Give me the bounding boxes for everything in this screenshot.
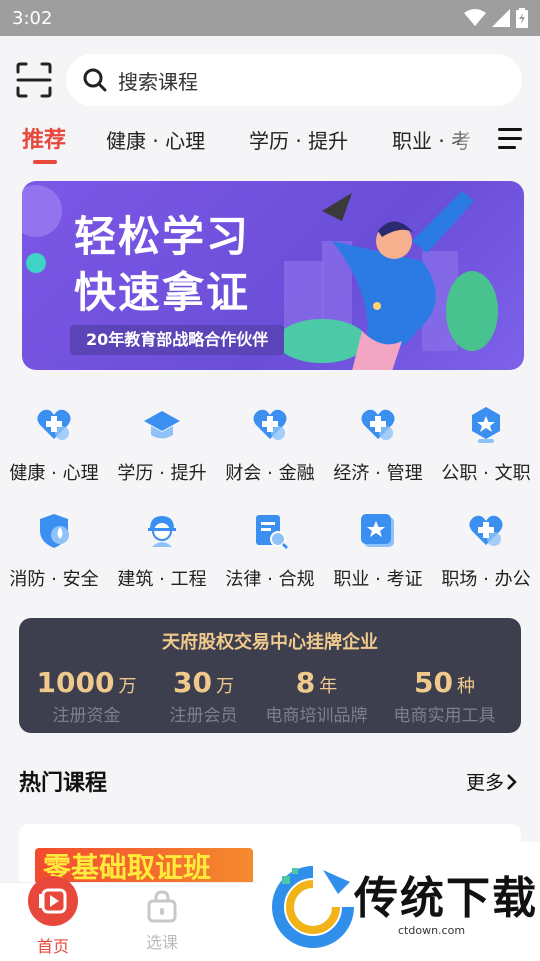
stat-item: 30 万 注册会员: [141, 666, 266, 726]
stat-caption: 电商实用工具: [393, 706, 496, 726]
promo-banner[interactable]: 轻松学习 快速拿证 20年教育部战略合作伙伴: [22, 181, 524, 370]
category-office[interactable]: 职场 · 办公: [432, 501, 540, 591]
graduation-cap-icon: [144, 411, 180, 439]
category-label: 财会 · 金融: [225, 463, 315, 484]
stat-caption: 注册会员: [169, 706, 238, 726]
badge-star-icon: [472, 407, 500, 443]
heart-plus-icon: [469, 515, 503, 546]
menu-icon[interactable]: [498, 128, 524, 152]
watermark-logo: [272, 866, 354, 948]
lock-bag-icon: [147, 890, 177, 923]
signal-icon: [492, 9, 510, 27]
stat-item: 50 种 电商实用工具: [382, 666, 507, 726]
heart-plus-icon: [253, 409, 287, 440]
heart-plus-icon: [37, 409, 71, 440]
worker-icon: [148, 516, 176, 547]
stat-value: 30: [173, 666, 212, 699]
nav-home-label: 首页: [36, 937, 69, 956]
category-label: 建筑 · 工程: [117, 569, 207, 590]
stat-unit: 万: [215, 676, 234, 697]
certificate-star-icon: [361, 514, 394, 547]
wifi-icon: [464, 9, 486, 26]
document-search-icon: [256, 515, 289, 550]
watermark-sub: ctdown.com: [398, 924, 466, 937]
stat-value: 1000: [36, 666, 115, 699]
tab-fade: [446, 124, 486, 164]
chevron-right-icon: [507, 773, 517, 790]
hot-courses-title: 热门课程: [19, 771, 108, 796]
nav-courses[interactable]: 选课: [127, 889, 197, 953]
banner-title: 轻松学习 快速拿证: [74, 209, 250, 321]
category-construction[interactable]: 建筑 · 工程: [108, 501, 216, 591]
nav-home[interactable]: 首页: [18, 876, 88, 957]
category-civil-service[interactable]: 公职 · 文职: [432, 395, 540, 485]
home-play-icon: [28, 876, 78, 926]
stat-caption: 注册资金: [52, 706, 121, 726]
category-label: 职业 · 考证: [333, 569, 423, 590]
tab-health-psychology[interactable]: 健康 · 心理: [106, 124, 205, 160]
watermark: 传统下载 ctdown.com: [258, 842, 540, 960]
category-education[interactable]: 学历 · 提升: [108, 395, 216, 485]
category-economics[interactable]: 经济 · 管理: [324, 395, 432, 485]
tab-active-indicator: [33, 160, 57, 164]
battery-icon: [516, 8, 528, 28]
category-label: 经济 · 管理: [333, 463, 423, 484]
stat-item: 1000 万 注册资金: [24, 666, 149, 726]
more-label: 更多: [466, 772, 505, 794]
stats-title: 天府股权交易中心挂牌企业: [162, 632, 378, 653]
category-label: 健康 · 心理: [9, 463, 99, 484]
watermark-text: 传统下载: [354, 873, 538, 924]
search-placeholder: 搜索课程: [118, 69, 198, 94]
banner-subtitle: 20年教育部战略合作伙伴: [70, 325, 285, 355]
search-input[interactable]: 搜索课程: [66, 54, 522, 106]
stat-unit: 年: [319, 676, 338, 697]
status-bar: 3:02: [0, 0, 540, 36]
stat-unit: 万: [118, 676, 137, 697]
stat-unit: 种: [456, 676, 475, 697]
category-finance[interactable]: 财会 · 金融: [216, 395, 324, 485]
category-health[interactable]: 健康 · 心理: [0, 395, 108, 485]
search-icon: [83, 68, 107, 92]
nav-courses-label: 选课: [145, 933, 178, 952]
shield-drop-icon: [40, 514, 69, 548]
stats-card: 天府股权交易中心挂牌企业 1000 万 注册资金 30 万 注册会员 8年 电商培训…: [19, 618, 521, 733]
tab-education[interactable]: 学历 · 提升: [249, 124, 348, 160]
category-grid: 健康 · 心理 学历 · 提升 财会 · 金融 经济 · 管理 公职 · 文职 …: [0, 395, 540, 595]
category-certification[interactable]: 职业 · 考证: [324, 501, 432, 591]
banner-title-line1: 轻松学习: [74, 212, 251, 261]
stat-value: 50: [414, 666, 453, 699]
category-label: 法律 · 合规: [225, 569, 315, 590]
stat-value: 8: [295, 666, 316, 699]
scan-icon: [16, 62, 52, 98]
more-link[interactable]: 更多: [466, 768, 518, 795]
category-label: 公职 · 文职: [441, 463, 531, 484]
heart-plus-icon: [361, 409, 395, 440]
scan-button[interactable]: [14, 60, 54, 100]
search-row: 搜索课程: [0, 36, 540, 124]
category-label: 消防 · 安全: [9, 569, 99, 590]
tab-recommend[interactable]: 推荐: [22, 124, 66, 160]
category-label: 学历 · 提升: [117, 463, 207, 484]
status-time: 3:02: [12, 7, 53, 29]
stat-item: 8年 电商培训品牌: [254, 666, 379, 726]
category-tabs: 推荐 健康 · 心理 学历 · 提升 职业 · 考: [0, 124, 540, 168]
category-label: 职场 · 办公: [441, 569, 531, 590]
category-fire-safety[interactable]: 消防 · 安全: [0, 501, 108, 591]
stat-caption: 电商培训品牌: [265, 706, 368, 726]
status-icons: [464, 8, 528, 28]
category-law[interactable]: 法律 · 合规: [216, 501, 324, 591]
banner-title-line2: 快速拿证: [74, 268, 251, 317]
